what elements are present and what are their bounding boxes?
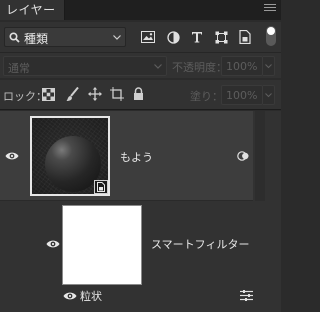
chevron-down-icon xyxy=(265,93,272,98)
smart-filter-visibility-eye-icon[interactable] xyxy=(46,239,60,249)
visibility-eye-icon[interactable] xyxy=(5,151,19,161)
layer-row-moyou[interactable]: もよう xyxy=(0,111,253,201)
lock-artboard-icon[interactable] xyxy=(110,87,124,101)
lock-label: ロック： xyxy=(3,90,47,103)
lock-image-pixels-icon[interactable] xyxy=(66,87,79,102)
pixel-filter-icon[interactable] xyxy=(140,29,156,45)
adjustment-filter-icon[interactable] xyxy=(165,29,181,45)
lock-all-icon[interactable] xyxy=(133,87,144,101)
fill-dropdown-button[interactable] xyxy=(263,85,275,105)
layers-list: もよう スマートフィルター 粒状 xyxy=(0,111,281,312)
smart-filters-label: スマートフィルター xyxy=(151,238,250,251)
fill-input[interactable]: 100% xyxy=(221,85,263,105)
lock-transparent-pixels-icon[interactable] xyxy=(42,88,55,101)
shape-filter-icon[interactable] xyxy=(213,29,229,45)
chevron-down-icon xyxy=(154,64,162,69)
smart-object-badge-icon xyxy=(94,180,108,194)
blend-mode-label: 通常 xyxy=(8,62,30,75)
smart-filter-mask-thumbnail[interactable] xyxy=(62,205,142,285)
filter-item-visibility-eye-icon[interactable] xyxy=(63,291,77,301)
opacity-dropdown-button[interactable] xyxy=(263,56,275,76)
fill-label: 塗り： xyxy=(190,90,223,103)
sphere-image xyxy=(45,136,101,192)
opacity-label: 不透明度： xyxy=(172,61,227,74)
smart-object-filter-icon[interactable] xyxy=(237,29,253,45)
filter-kind-label: 種類 xyxy=(24,32,49,46)
smart-filter-indicator-icon[interactable] xyxy=(237,150,250,162)
tab-layers[interactable]: レイヤー xyxy=(0,0,65,20)
layers-scrollbar-track[interactable] xyxy=(255,111,265,201)
filter-kind-select[interactable]: 種類 xyxy=(4,27,126,47)
search-icon xyxy=(9,32,20,43)
filter-toggle[interactable] xyxy=(266,26,276,46)
type-filter-icon[interactable] xyxy=(189,29,205,45)
panel-menu-icon[interactable] xyxy=(264,4,276,14)
chevron-down-icon xyxy=(113,35,121,40)
lock-position-icon[interactable] xyxy=(88,87,102,101)
opacity-input[interactable]: 100% xyxy=(221,56,263,76)
filter-item-name: 粒状 xyxy=(80,290,102,303)
chevron-down-icon xyxy=(265,64,272,69)
panel-tab-bar: レイヤー xyxy=(0,0,281,20)
filter-blending-options-icon[interactable] xyxy=(240,290,253,301)
fill-value: 100% xyxy=(226,89,258,102)
blend-options-row: 通常 不透明度： 100% xyxy=(0,52,281,78)
blend-mode-select[interactable]: 通常 xyxy=(3,56,167,76)
layer-name: もよう xyxy=(120,151,153,164)
lock-options-row: ロック： 塗り： 100% xyxy=(0,80,281,110)
opacity-value: 100% xyxy=(226,60,258,73)
layer-thumbnail xyxy=(30,116,110,196)
